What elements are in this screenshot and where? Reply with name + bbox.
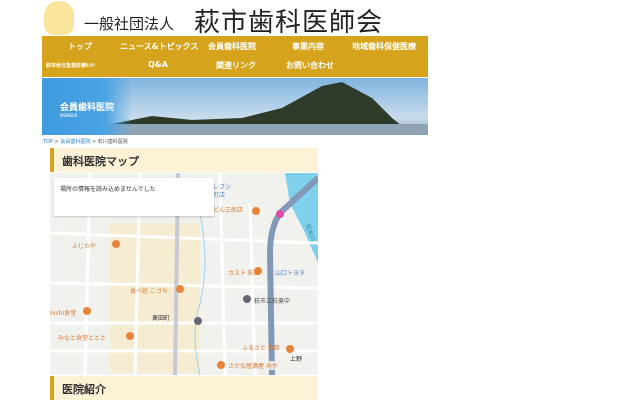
map-label: 萩市立萩東中 bbox=[254, 298, 291, 305]
map-heading: 歯科医院マップ bbox=[50, 148, 318, 172]
banner-title: 会員歯科医院 bbox=[60, 103, 115, 113]
nav-community[interactable]: 地域歯科保健医療 bbox=[352, 41, 416, 52]
page-banner: 会員歯科医院 MEMBER bbox=[42, 78, 428, 135]
nav-members[interactable]: 会員歯科医院 bbox=[208, 41, 256, 52]
banner-subtitle: MEMBER bbox=[60, 113, 78, 118]
nav-contact[interactable]: お問い合わせ bbox=[286, 60, 334, 71]
intro-heading: 医院紹介 bbox=[50, 376, 318, 400]
nav-business[interactable]: 事業内容 bbox=[292, 41, 324, 52]
nav-emergency[interactable]: 萩市休日急患診療ｾﾝﾀｰ bbox=[46, 62, 96, 69]
map-label: 山口トヨタ bbox=[275, 270, 306, 277]
map-label: どん三郎店 bbox=[213, 207, 244, 214]
breadcrumb-current: 石川歯科医院 bbox=[97, 139, 128, 145]
org-prefix: 一般社団法人 bbox=[84, 15, 175, 33]
map-label: michi食堂 bbox=[50, 310, 77, 317]
breadcrumb-top[interactable]: TOP bbox=[43, 139, 53, 145]
map-label: ふじたや bbox=[72, 243, 97, 250]
breadcrumb-sep: > bbox=[90, 139, 98, 145]
nav-top[interactable]: トップ bbox=[68, 41, 92, 52]
map-label: みなと食堂ととと bbox=[58, 335, 107, 342]
nav-news[interactable]: ニュース&トピックス bbox=[120, 41, 198, 52]
tooth-logo-icon bbox=[44, 1, 74, 35]
org-name: 萩市歯科医師会 bbox=[194, 8, 384, 38]
map-label: 東田町 bbox=[152, 315, 171, 322]
map-error-message: 場所の情報を読み込めませんでした bbox=[54, 178, 214, 216]
nav-qa[interactable]: Q&A bbox=[148, 60, 168, 69]
main-nav: トップ ニュース&トピックス 会員歯科医院 事業内容 地域歯科保健医療 萩市休日… bbox=[42, 36, 428, 77]
map-label: さかな居酒屋 みや bbox=[228, 361, 278, 370]
breadcrumb-members[interactable]: 会員歯科医院 bbox=[60, 139, 90, 145]
site-logo[interactable]: 一般社団法人 萩市歯科医師会 bbox=[42, 0, 432, 38]
nav-links[interactable]: 関連リンク bbox=[216, 60, 256, 71]
map-label: カスト 萩店 bbox=[228, 270, 260, 277]
google-map[interactable]: イレブン 萩町店 どん三郎店 ふじたや カスト 萩店 山口トヨタ 食べ処 こづち… bbox=[50, 173, 318, 375]
map-label: 食べ処 こづち bbox=[130, 288, 168, 295]
map-label: ふるさと 家族 bbox=[242, 345, 280, 352]
map-label: 上野 bbox=[290, 356, 303, 363]
breadcrumb: TOP > 会員歯科医院 > 石川歯科医院 bbox=[43, 138, 128, 145]
